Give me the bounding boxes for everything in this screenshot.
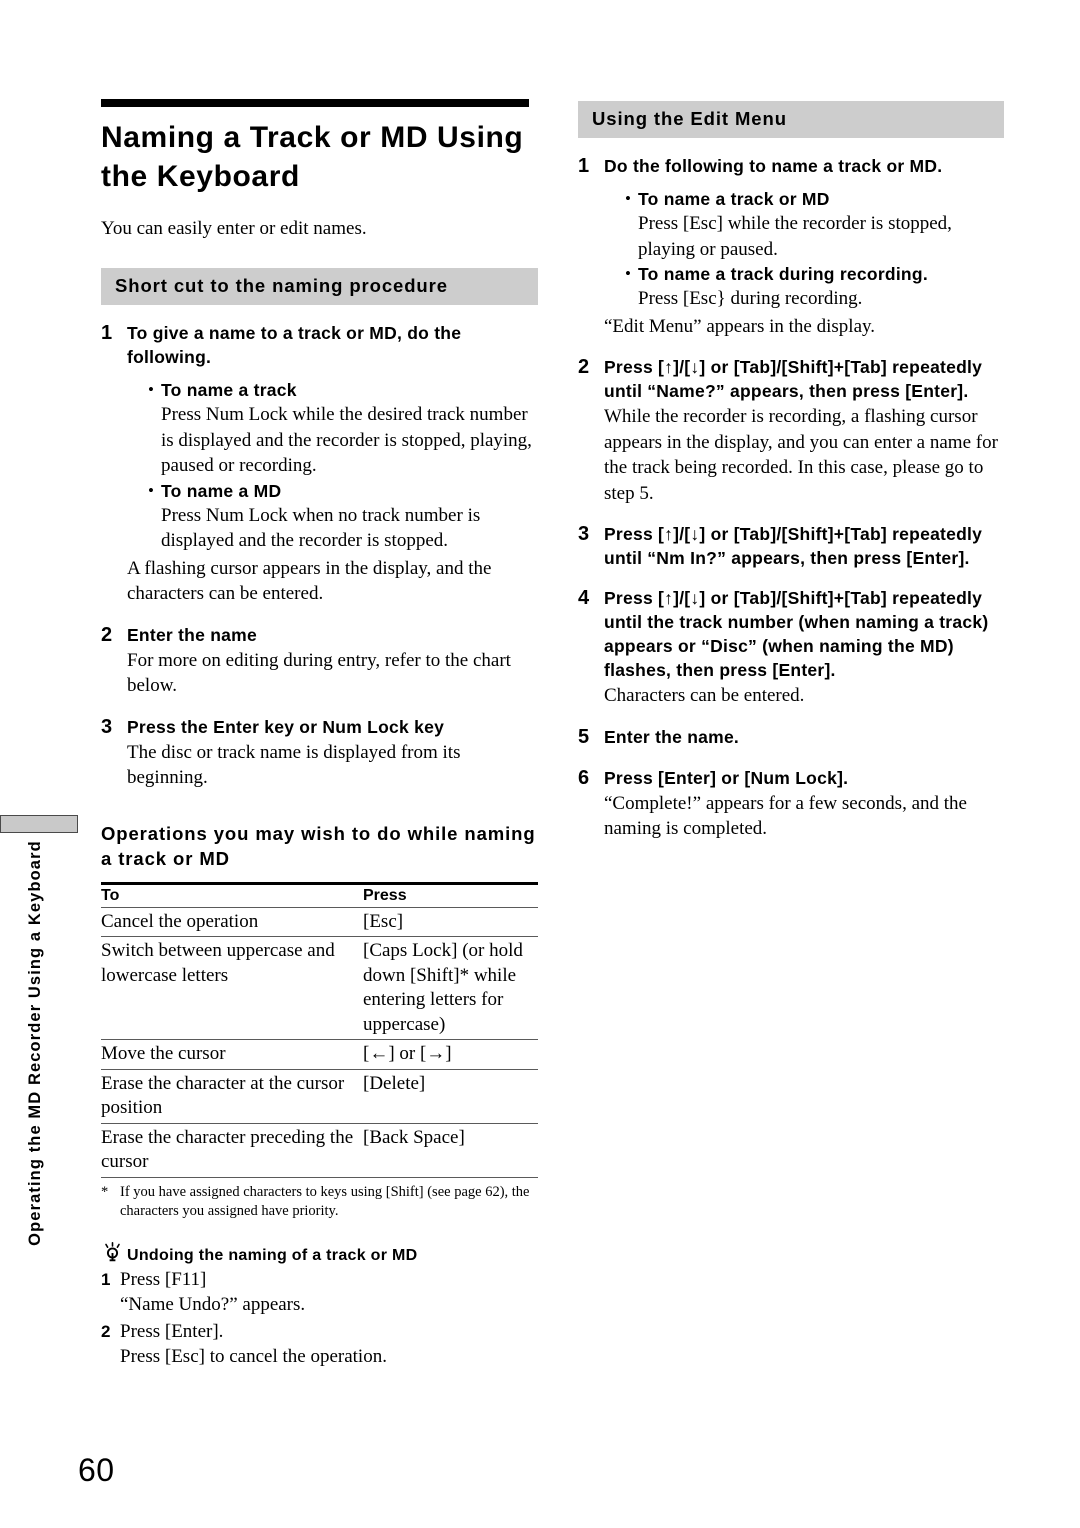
tip-step-number: 1 xyxy=(101,1269,111,1289)
step-trailing-text: A flashing cursor appears in the display… xyxy=(127,557,492,605)
table-header-row: To Press xyxy=(101,881,538,908)
cell-to: Cancel the operation xyxy=(101,907,363,937)
column-header-to: To xyxy=(101,881,363,908)
step-heading: Press [↑]/[↓] or [Tab]/[Shift]+[Tab] rep… xyxy=(604,588,989,680)
step-number: 3 xyxy=(101,715,113,738)
left-step-3: 3 Press the Enter key or Num Lock key Th… xyxy=(101,715,538,791)
step-number: 2 xyxy=(578,356,590,378)
cell-press: [Caps Lock] (or hold down [Shift]* while… xyxy=(363,936,538,1040)
cell-press: [Delete] xyxy=(363,1069,538,1124)
step-number: 6 xyxy=(578,766,590,789)
step-heading: Enter the name. xyxy=(604,726,740,747)
bullet-text: Press [Esc} during recording. xyxy=(638,288,863,309)
right-step-3: 3 Press [↑]/[↓] or [Tab]/[Shift]+[Tab] r… xyxy=(578,522,1004,570)
step-trailing-text: “Edit Menu” appears in the display. xyxy=(604,315,876,337)
right-step-5: 5 Enter the name. xyxy=(578,725,1004,750)
intro-text: You can easily enter or edit names. xyxy=(101,218,367,239)
step-heading: Enter the name xyxy=(127,624,257,645)
bullet-heading: To name a track xyxy=(161,380,297,400)
bullet-list: • To name a track Press Num Lock while t… xyxy=(148,378,538,554)
tip-step-subtext: “Name Undo?” appears. xyxy=(120,1293,306,1315)
bullet-dot-icon: • xyxy=(148,480,154,500)
light-bulb-icon xyxy=(101,1241,127,1265)
cell-press: [←] or [→] xyxy=(363,1039,538,1070)
step-heading: Press [↑]/[↓] or [Tab]/[Shift]+[Tab] rep… xyxy=(604,357,983,401)
step-text: The disc or track name is displayed from… xyxy=(127,741,461,789)
left-step-1: 1 To give a name to a track or MD, do th… xyxy=(101,321,538,607)
tip-step-1: 1 Press [F11] xyxy=(101,1267,538,1292)
tip-heading-row: Undoing the naming of a track or MD xyxy=(101,1241,538,1265)
right-step-1: 1 Do the following to name a track or MD… xyxy=(578,154,1004,339)
bullet-list: • To name a track or MD Press [Esc] whil… xyxy=(625,187,1004,312)
column-header-press: Press xyxy=(363,881,538,908)
right-step-2: 2 Press [↑]/[↓] or [Tab]/[Shift]+[Tab] r… xyxy=(578,355,1004,506)
cell-to: Erase the character at the cursor positi… xyxy=(101,1069,363,1124)
bullet-text: Press Num Lock while the desired track n… xyxy=(161,404,532,476)
section-header-edit-menu: Using the Edit Menu xyxy=(578,101,1004,138)
right-step-6: 6 Press [Enter] or [Num Lock]. “Complete… xyxy=(578,766,1004,842)
cell-press: [Back Space] xyxy=(363,1123,538,1178)
step-number: 5 xyxy=(578,725,590,748)
bullet-item: • To name a track xyxy=(148,378,538,402)
table-row: Cancel the operation [Esc] xyxy=(101,907,538,937)
page-number: 60 xyxy=(78,1452,115,1488)
step-heading: Do the following to name a track or MD. xyxy=(604,156,943,176)
step-heading: Press [↑]/[↓] or [Tab]/[Shift]+[Tab] rep… xyxy=(604,524,983,568)
footnote: * If you have assigned characters to key… xyxy=(101,1183,538,1221)
step-number: 1 xyxy=(101,322,113,344)
tip-box: Undoing the naming of a track or MD 1 Pr… xyxy=(101,1241,538,1369)
step-text: For more on editing during entry, refer … xyxy=(127,649,511,697)
bullet-text: Press [Esc] while the recorder is stoppe… xyxy=(638,213,952,260)
cell-to: Switch between uppercase and lowercase l… xyxy=(101,936,363,1040)
footnote-mark: * xyxy=(101,1183,109,1200)
bullet-heading: To name a MD xyxy=(161,480,282,501)
step-number: 3 xyxy=(578,523,590,545)
tip-step-text: Press [F11] xyxy=(120,1268,207,1290)
step-number: 2 xyxy=(101,623,113,646)
bullet-item: • To name a track during recording. xyxy=(625,262,1004,286)
tip-step-number: 2 xyxy=(101,1321,111,1341)
left-step-2: 2 Enter the name For more on editing dur… xyxy=(101,623,538,699)
footnote-text: If you have assigned characters to keys … xyxy=(120,1183,530,1219)
right-column: Using the Edit Menu 1 Do the following t… xyxy=(578,101,1004,842)
step-text: While the recorder is recording, a flash… xyxy=(604,406,998,504)
bullet-item: • To name a MD xyxy=(148,479,538,503)
tip-step-text: Press [Enter]. xyxy=(120,1320,224,1342)
operations-table: To Press Cancel the operation [Esc] Swit… xyxy=(101,881,538,1178)
step-heading: Press [Enter] or [Num Lock]. xyxy=(604,767,849,788)
side-tab-label: Operating the MD Recorder Using a Keyboa… xyxy=(26,840,44,1246)
cell-to: Erase the character preceding the cursor xyxy=(101,1123,363,1178)
tip-step-2: 2 Press [Enter]. xyxy=(101,1319,538,1344)
cell-to: Move the cursor xyxy=(101,1039,363,1070)
step-text: “Complete!” appears for a few seconds, a… xyxy=(604,792,967,840)
bullet-text: Press Num Lock when no track number is d… xyxy=(161,504,481,552)
table-heading: Operations you may wish to do while nami… xyxy=(101,822,536,869)
step-number: 1 xyxy=(578,155,590,177)
bullet-dot-icon: • xyxy=(148,380,154,399)
bullet-heading: To name a track or MD xyxy=(638,189,830,209)
step-text: Characters can be entered. xyxy=(604,685,805,706)
step-heading: Press the Enter key or Num Lock key xyxy=(127,716,445,737)
left-column: Naming a Track or MD Using the Keyboard … xyxy=(101,99,538,1369)
bullet-item: • To name a track or MD xyxy=(625,187,1004,211)
table-row: Move the cursor [←] or [→] xyxy=(101,1039,538,1070)
cell-press: [Esc] xyxy=(363,907,538,937)
table-row: Switch between uppercase and lowercase l… xyxy=(101,936,538,1040)
page-title: Naming a Track or MD Using the Keyboard xyxy=(101,121,524,193)
table-row: Erase the character preceding the cursor… xyxy=(101,1123,538,1178)
tip-heading: Undoing the naming of a track or MD xyxy=(127,1246,418,1264)
title-rule xyxy=(101,99,529,107)
table-row: Erase the character at the cursor positi… xyxy=(101,1069,538,1124)
tip-step-subtext: Press [Esc] to cancel the operation. xyxy=(120,1345,387,1367)
bullet-heading: To name a track during recording. xyxy=(638,264,928,284)
step-heading: To give a name to a track or MD, do the … xyxy=(127,323,462,367)
step-number: 4 xyxy=(578,587,590,609)
bullet-dot-icon: • xyxy=(625,189,631,208)
bullet-dot-icon: • xyxy=(625,264,631,283)
right-step-4: 4 Press [↑]/[↓] or [Tab]/[Shift]+[Tab] r… xyxy=(578,586,1004,709)
section-header-shortcut: Short cut to the naming procedure xyxy=(101,268,538,305)
document-page: Operating the MD Recorder Using a Keyboa… xyxy=(0,0,1080,1528)
